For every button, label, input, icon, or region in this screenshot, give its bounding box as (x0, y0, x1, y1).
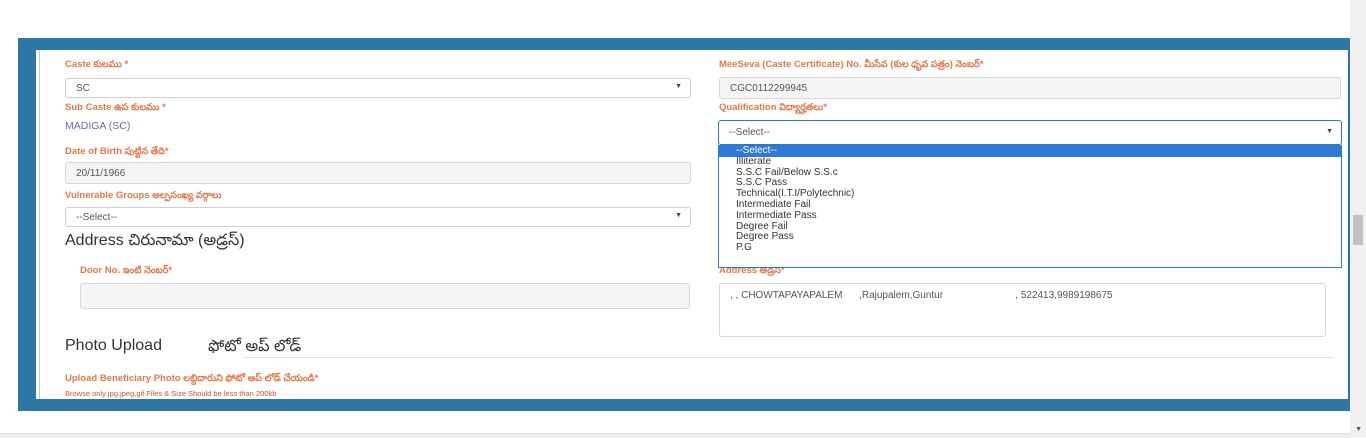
meeseva-label: MeeSeva (Caste Certificate) No. మీసేవ (క… (719, 59, 984, 70)
door-field[interactable] (80, 283, 690, 309)
caste-select-value: SC (76, 83, 90, 94)
address-heading: Address చిరునామా (అడ్రస్) (65, 232, 245, 249)
chevron-down-icon: ▼ (675, 212, 682, 219)
vulnerable-select[interactable]: --Select-- ▼ (65, 207, 691, 227)
address-textarea[interactable]: , , CHOWTAPAYAPALEM ,Rajupalem,Guntur , … (719, 283, 1326, 337)
photo-upload-heading: Photo Upload (65, 337, 162, 354)
qualification-option[interactable]: Illiterate (719, 156, 1341, 168)
form-panel: Caste కులము * SC ▼ MeeSeva (Caste Certif… (36, 50, 1348, 399)
scrollbar-thumb[interactable] (1353, 215, 1363, 245)
chevron-down-icon: ▼ (675, 83, 682, 90)
upload-label: Upload Beneficiary Photo లబ్దిదారుని ఫోట… (65, 373, 319, 384)
divider (244, 357, 1334, 358)
upload-note: Browse only jpg,jpeg,gif Files & Size Sh… (65, 389, 277, 398)
qualification-label: Qualification విద్యార్హతలు* (719, 102, 827, 113)
caste-label: Caste కులము * (65, 59, 129, 70)
qualification-select[interactable]: --Select-- ▼ (718, 120, 1342, 145)
qualification-option[interactable]: Intermediate Pass (719, 210, 1341, 222)
vertical-scrollbar[interactable]: ▼ (1350, 0, 1366, 437)
scroll-down-icon[interactable]: ▼ (1355, 426, 1362, 433)
dob-label: Date of Birth పుట్టిన తేది* (65, 146, 169, 157)
qualification-option[interactable]: P.G (719, 242, 1341, 254)
qualification-dropdown-list[interactable]: --Select-- Illiterate S.S.C Fail/Below S… (718, 145, 1342, 268)
meeseva-field[interactable]: CGC0112299945 (719, 77, 1341, 99)
dob-field[interactable]: 20/11/1966 (65, 162, 691, 184)
qualification-select-value: --Select-- (729, 127, 771, 138)
door-label: Door No. ఇంటి నెంబర్* (80, 265, 173, 276)
vulnerable-label: Vulnerable Groups అల్పసంఖ్య వర్గాలు (65, 190, 222, 201)
vulnerable-select-value: --Select-- (76, 212, 118, 223)
qualification-option[interactable]: Technical(I.T.I/Polytechnic) (719, 188, 1341, 200)
qualification-option[interactable]: --Select-- (719, 146, 1341, 157)
bottom-strip (0, 433, 1350, 438)
caste-select[interactable]: SC ▼ (65, 78, 691, 98)
sub-caste-value: MADIGA (SC) (65, 120, 131, 132)
qualification-option[interactable]: Degree Fail (719, 221, 1341, 233)
sub-caste-label: Sub Caste ఉప కులము * (65, 102, 166, 113)
qualification-option[interactable]: Degree Pass (719, 232, 1341, 243)
photo-upload-heading-telugu: ఫోటో అప్ లోడ్ (208, 338, 302, 355)
qualification-option[interactable]: S.S.C Fail/Below S.S.c (719, 167, 1341, 179)
chevron-down-icon: ▼ (1326, 128, 1333, 135)
panel-divider (39, 50, 40, 399)
